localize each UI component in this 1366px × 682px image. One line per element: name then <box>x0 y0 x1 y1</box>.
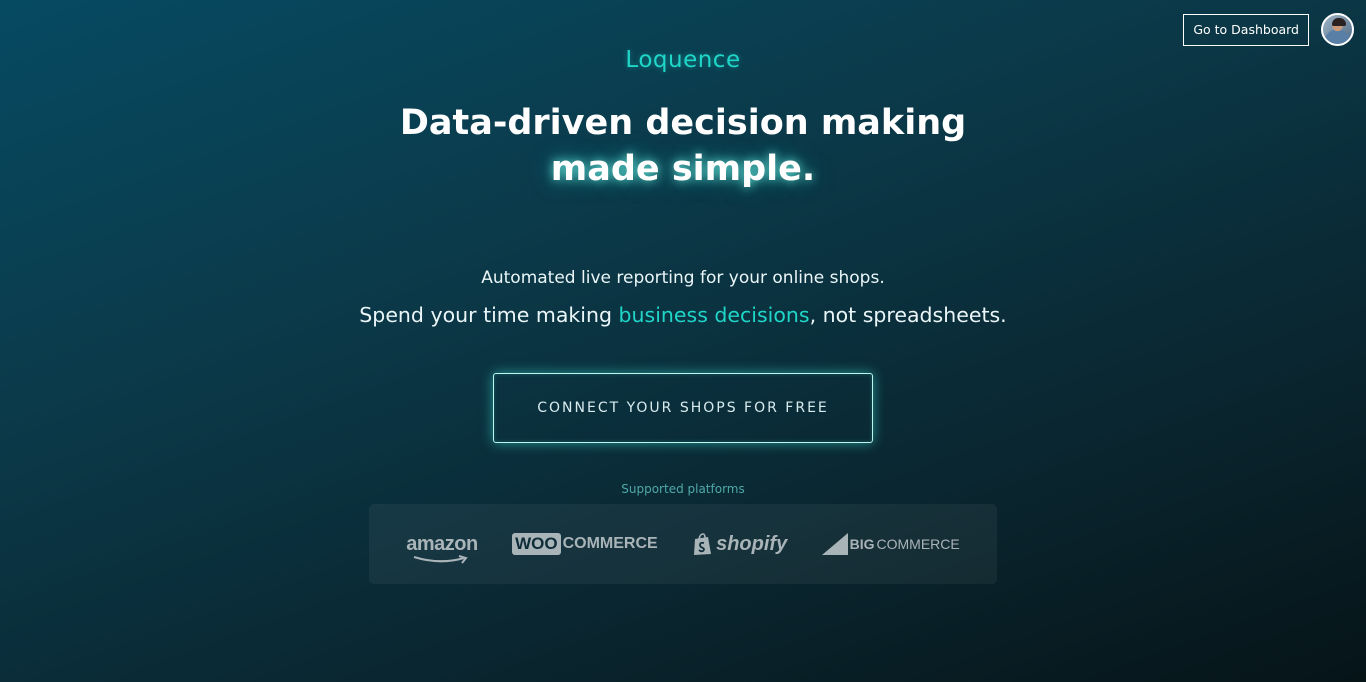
shopify-bag-icon <box>694 532 712 555</box>
supported-platforms-label: Supported platforms <box>621 482 745 496</box>
hero-subtitle: Automated live reporting for your online… <box>481 268 885 288</box>
bigcommerce-logo: BIG COMMERCE <box>821 533 960 555</box>
woocommerce-logo: WOO COMMERCE <box>512 533 658 555</box>
amazon-logo-text: amazon <box>406 532 478 555</box>
platforms-panel: amazon WOO COMMERCE shopify BIG COMMERCE <box>369 504 997 584</box>
hero-headline: Data-driven decision making made simple. <box>0 100 1366 192</box>
brand-name: Loquence <box>625 47 741 73</box>
headline-line-2: made simple. <box>550 149 816 189</box>
tagline-highlight: business decisions <box>618 303 810 327</box>
headline-line-1: Data-driven decision making <box>399 103 967 143</box>
big-prefix: BIG <box>849 536 875 552</box>
tagline-prefix: Spend your time making <box>359 303 619 327</box>
top-bar: Go to Dashboard <box>1183 13 1354 46</box>
tagline-suffix: , not spreadsheets. <box>809 303 1007 327</box>
shopify-logo: shopify <box>692 533 787 556</box>
connect-shops-button[interactable]: CONNECT YOUR SHOPS FOR FREE <box>493 373 873 443</box>
woo-box: WOO <box>512 533 561 555</box>
bigcommerce-triangle-icon <box>821 533 848 555</box>
amazon-logo: amazon <box>406 532 478 564</box>
user-avatar[interactable] <box>1321 13 1354 46</box>
shopify-text: shopify <box>716 532 788 555</box>
hero-tagline: Spend your time making business decision… <box>0 303 1366 327</box>
go-to-dashboard-button[interactable]: Go to Dashboard <box>1183 13 1309 46</box>
big-text: COMMERCE <box>876 536 960 552</box>
amazon-smile-icon <box>413 554 468 564</box>
woo-text: COMMERCE <box>562 535 658 552</box>
